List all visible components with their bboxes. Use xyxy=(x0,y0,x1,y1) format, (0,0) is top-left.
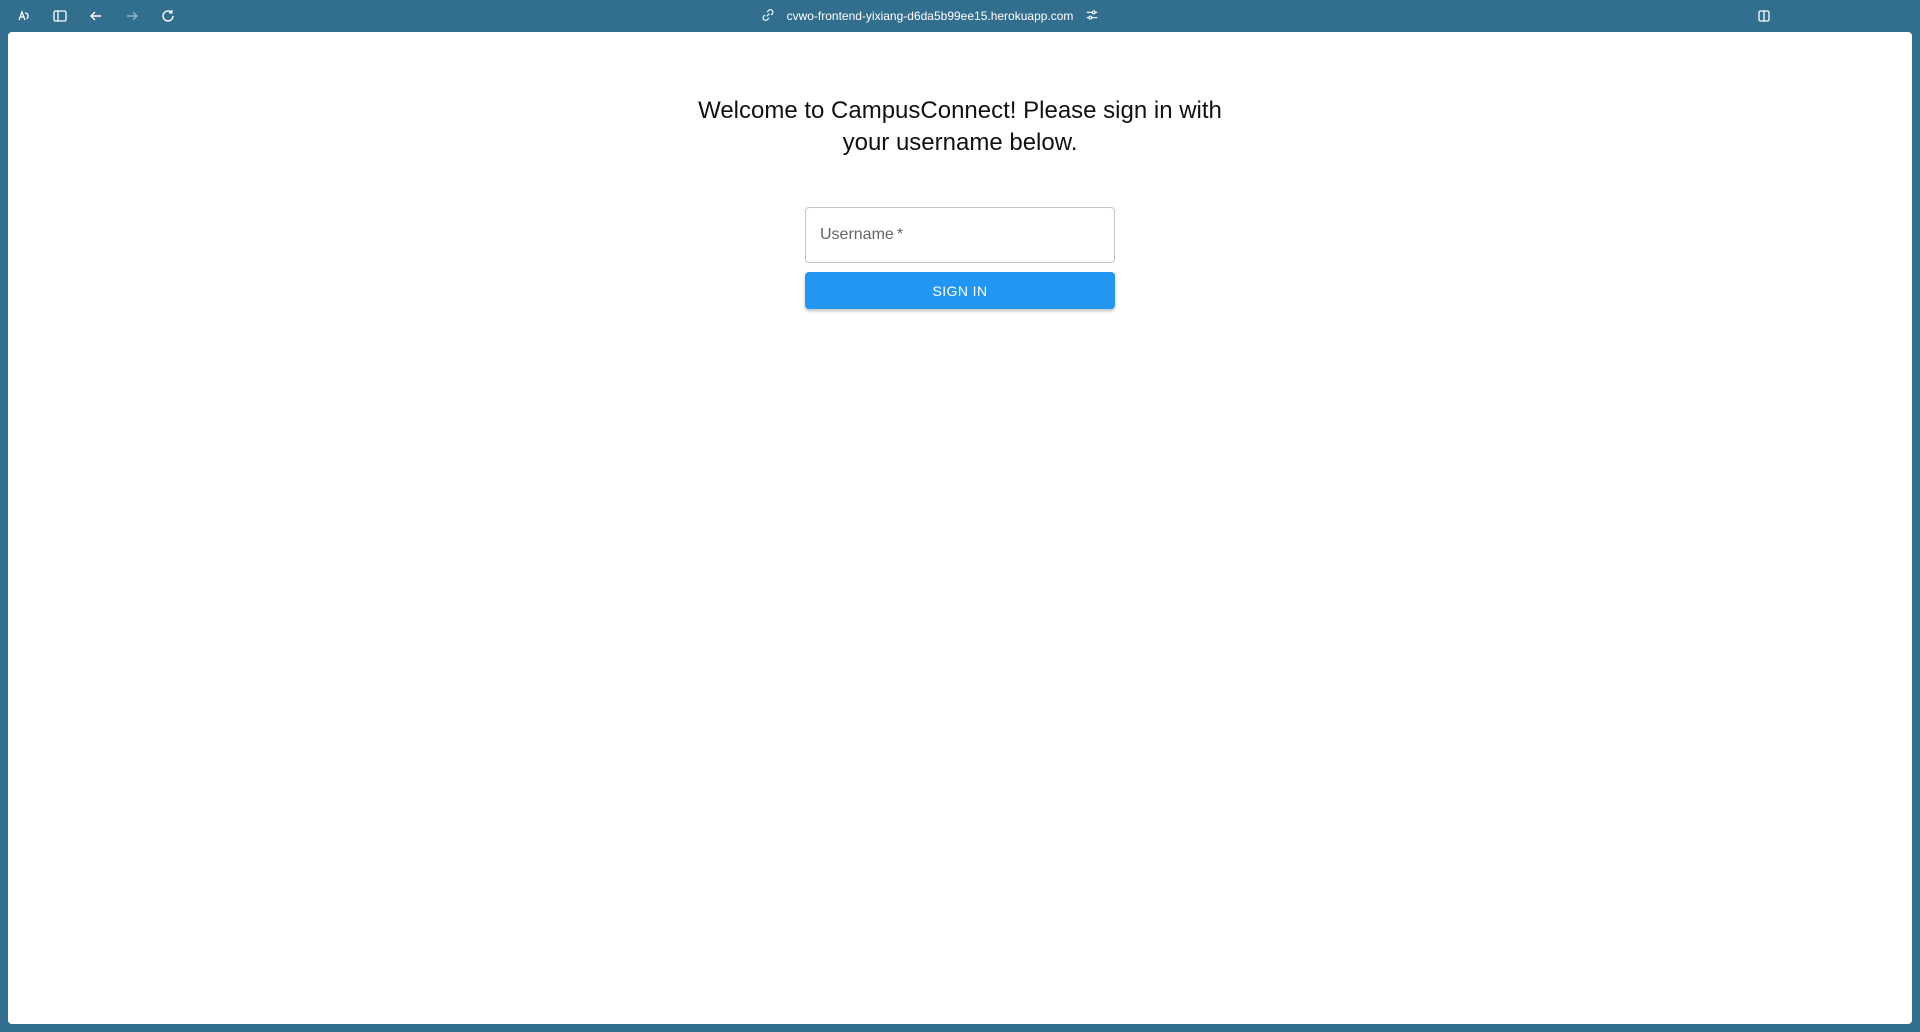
username-input[interactable] xyxy=(806,208,1114,263)
page-title: Welcome to CampusConnect! Please sign in… xyxy=(698,97,1222,156)
sign-in-button[interactable]: SIGN IN xyxy=(805,272,1115,310)
login-form: Username * SIGN IN xyxy=(805,207,1115,310)
login-container: Welcome to CampusConnect! Please sign in… xyxy=(8,32,1912,310)
tune-icon[interactable] xyxy=(1085,8,1099,25)
username-field[interactable]: Username * xyxy=(805,207,1115,264)
app-menu-icon[interactable] xyxy=(15,7,33,25)
forward-arrow-icon[interactable] xyxy=(123,7,141,25)
sidebar-toggle-icon[interactable] xyxy=(51,7,69,25)
reload-icon[interactable] xyxy=(159,7,177,25)
address-bar[interactable]: cvwo-frontend-yixiang-d6da5b99ee15.herok… xyxy=(740,4,1120,28)
page-viewport: Welcome to CampusConnect! Please sign in… xyxy=(8,32,1912,1024)
url-text[interactable]: cvwo-frontend-yixiang-d6da5b99ee15.herok… xyxy=(787,9,1074,23)
split-view-icon[interactable] xyxy=(1755,7,1773,25)
browser-toolbar: cvwo-frontend-yixiang-d6da5b99ee15.herok… xyxy=(0,0,1920,32)
link-icon[interactable] xyxy=(761,8,775,25)
back-arrow-icon[interactable] xyxy=(87,7,105,25)
